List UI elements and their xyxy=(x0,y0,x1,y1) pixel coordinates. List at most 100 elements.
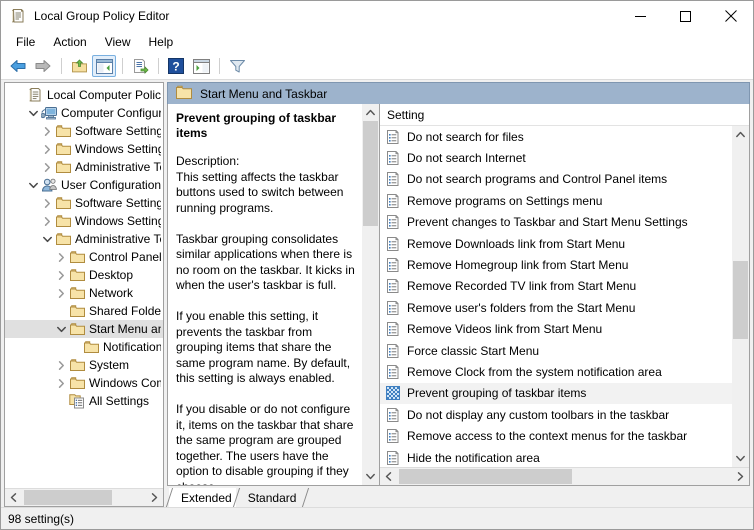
chevron-right-icon[interactable] xyxy=(39,140,55,158)
tree-item[interactable]: Windows Settings xyxy=(5,212,163,230)
chevron-right-icon[interactable] xyxy=(53,248,69,266)
tree-item[interactable]: User Configuration xyxy=(5,176,163,194)
list-item[interactable]: Prevent changes to Taskbar and Start Men… xyxy=(380,212,732,233)
chevron-right-icon[interactable] xyxy=(39,122,55,140)
list-item[interactable]: Remove Videos link from Start Menu xyxy=(380,319,732,340)
list-vscroll-track[interactable] xyxy=(732,143,749,450)
tree-item[interactable]: Control Panel xyxy=(5,248,163,266)
list-hscroll-thumb[interactable] xyxy=(399,469,572,484)
list-item[interactable]: Do not search Internet xyxy=(380,147,732,168)
description-vscroll-track[interactable] xyxy=(362,121,379,468)
list-item[interactable]: Force classic Start Menu xyxy=(380,340,732,361)
tree-item[interactable]: Network xyxy=(5,284,163,302)
forward-icon[interactable] xyxy=(31,55,55,77)
chevron-none xyxy=(53,392,69,410)
list-item[interactable]: Do not search for files xyxy=(380,126,732,147)
list-item[interactable]: Remove Downloads link from Start Menu xyxy=(380,233,732,254)
chevron-right-icon[interactable] xyxy=(39,194,55,212)
policy-setting-icon xyxy=(385,278,401,294)
tree-item[interactable]: Shared Folders xyxy=(5,302,163,320)
up-folder-icon[interactable] xyxy=(67,55,91,77)
tree-item[interactable]: System xyxy=(5,356,163,374)
show-hide-console-tree-icon[interactable] xyxy=(92,55,116,77)
tab-standard[interactable]: Standard xyxy=(235,488,307,507)
list-item[interactable]: Prevent grouping of taskbar items xyxy=(380,382,732,405)
tree-horizontal-scrollbar[interactable] xyxy=(5,488,163,506)
tree-item[interactable]: Start Menu and Taskbar xyxy=(5,320,163,338)
tree-item[interactable]: All Settings xyxy=(5,392,163,410)
scroll-left-icon[interactable] xyxy=(5,489,22,506)
chevron-down-icon[interactable] xyxy=(53,320,69,338)
tab-extended[interactable]: Extended xyxy=(169,488,242,507)
tree-item[interactable]: Desktop xyxy=(5,266,163,284)
tree-item-label: Administrative Templates xyxy=(75,160,161,174)
tree-item[interactable]: Computer Configuration xyxy=(5,104,163,122)
scroll-up-icon[interactable] xyxy=(732,126,749,143)
list-item[interactable]: Do not search programs and Control Panel… xyxy=(380,169,732,190)
minimize-icon[interactable] xyxy=(618,1,663,31)
list-item[interactable]: Hide the notification area xyxy=(380,447,732,467)
tree-item[interactable]: Software Settings xyxy=(5,194,163,212)
list-item[interactable]: Remove Recorded TV link from Start Menu xyxy=(380,276,732,297)
scroll-up-icon[interactable] xyxy=(362,104,379,121)
tree-item[interactable]: Administrative Templates xyxy=(5,158,163,176)
tree-item[interactable]: Administrative Templates xyxy=(5,230,163,248)
list-hscroll-track[interactable] xyxy=(397,468,732,485)
chevron-down-icon[interactable] xyxy=(25,176,41,194)
chevron-right-icon[interactable] xyxy=(53,374,69,392)
list-column-header[interactable]: Setting xyxy=(380,104,749,126)
list-item[interactable]: Do not display any custom toolbars in th… xyxy=(380,404,732,425)
tree-hscroll-track[interactable] xyxy=(22,489,146,506)
maximize-icon[interactable] xyxy=(663,1,708,31)
chevron-right-icon[interactable] xyxy=(53,266,69,284)
list-vertical-scrollbar[interactable] xyxy=(732,126,749,467)
policy-document-icon xyxy=(10,8,26,24)
scroll-left-icon[interactable] xyxy=(380,468,397,485)
column-header-setting[interactable]: Setting xyxy=(380,108,424,122)
list-item[interactable]: Remove user's folders from the Start Men… xyxy=(380,297,732,318)
list-item[interactable]: Remove access to the context menus for t… xyxy=(380,425,732,446)
list-horizontal-scrollbar[interactable] xyxy=(380,467,749,485)
settings-list[interactable]: Do not search for files Do not search Int… xyxy=(380,126,732,467)
console-tree[interactable]: Local Computer Policy Computer Configurat… xyxy=(5,83,163,488)
back-icon[interactable] xyxy=(6,55,30,77)
description-inner: Prevent grouping of taskbar items Descri… xyxy=(168,104,379,485)
menu-item-view[interactable]: View xyxy=(96,33,140,51)
export-list-icon[interactable] xyxy=(128,55,152,77)
tree-item[interactable]: Windows Settings xyxy=(5,140,163,158)
scroll-down-icon[interactable] xyxy=(732,450,749,467)
tree-item[interactable]: Windows Components xyxy=(5,374,163,392)
chevron-right-icon[interactable] xyxy=(39,158,55,176)
help-icon[interactable]: ? xyxy=(164,55,188,77)
tree-item[interactable]: Local Computer Policy xyxy=(5,86,163,104)
tree-item-label: Computer Configuration xyxy=(61,106,161,120)
scroll-right-icon[interactable] xyxy=(146,489,163,506)
chevron-down-icon[interactable] xyxy=(25,104,41,122)
tree-item[interactable]: Notifications xyxy=(5,338,163,356)
list-item-label: Do not search programs and Control Panel… xyxy=(407,172,668,187)
chevron-right-icon[interactable] xyxy=(53,284,69,302)
chevron-down-icon[interactable] xyxy=(39,230,55,248)
scroll-right-icon[interactable] xyxy=(732,468,749,485)
scroll-down-icon[interactable] xyxy=(362,468,379,485)
tree-item-label: Desktop xyxy=(89,268,134,282)
list-item[interactable]: Remove programs on Settings menu xyxy=(380,190,732,211)
svg-text:?: ? xyxy=(172,60,179,74)
chevron-right-icon[interactable] xyxy=(39,212,55,230)
menu-item-file[interactable]: File xyxy=(7,33,44,51)
close-icon[interactable] xyxy=(708,1,753,31)
tree-item-label: All Settings xyxy=(89,394,150,408)
list-item-label: Do not search for files xyxy=(407,129,524,144)
description-vertical-scrollbar[interactable] xyxy=(362,104,379,485)
show-action-pane-icon[interactable] xyxy=(189,55,213,77)
description-vscroll-thumb[interactable] xyxy=(363,121,378,226)
tree-item[interactable]: Software Settings xyxy=(5,122,163,140)
menu-item-help[interactable]: Help xyxy=(140,33,183,51)
list-item[interactable]: Remove Clock from the system notificatio… xyxy=(380,361,732,382)
list-item[interactable]: Remove Homegroup link from Start Menu xyxy=(380,254,732,275)
chevron-right-icon[interactable] xyxy=(53,356,69,374)
list-vscroll-thumb[interactable] xyxy=(733,261,748,339)
filter-icon[interactable] xyxy=(225,55,249,77)
tree-hscroll-thumb[interactable] xyxy=(24,490,112,505)
menu-item-action[interactable]: Action xyxy=(44,33,95,51)
